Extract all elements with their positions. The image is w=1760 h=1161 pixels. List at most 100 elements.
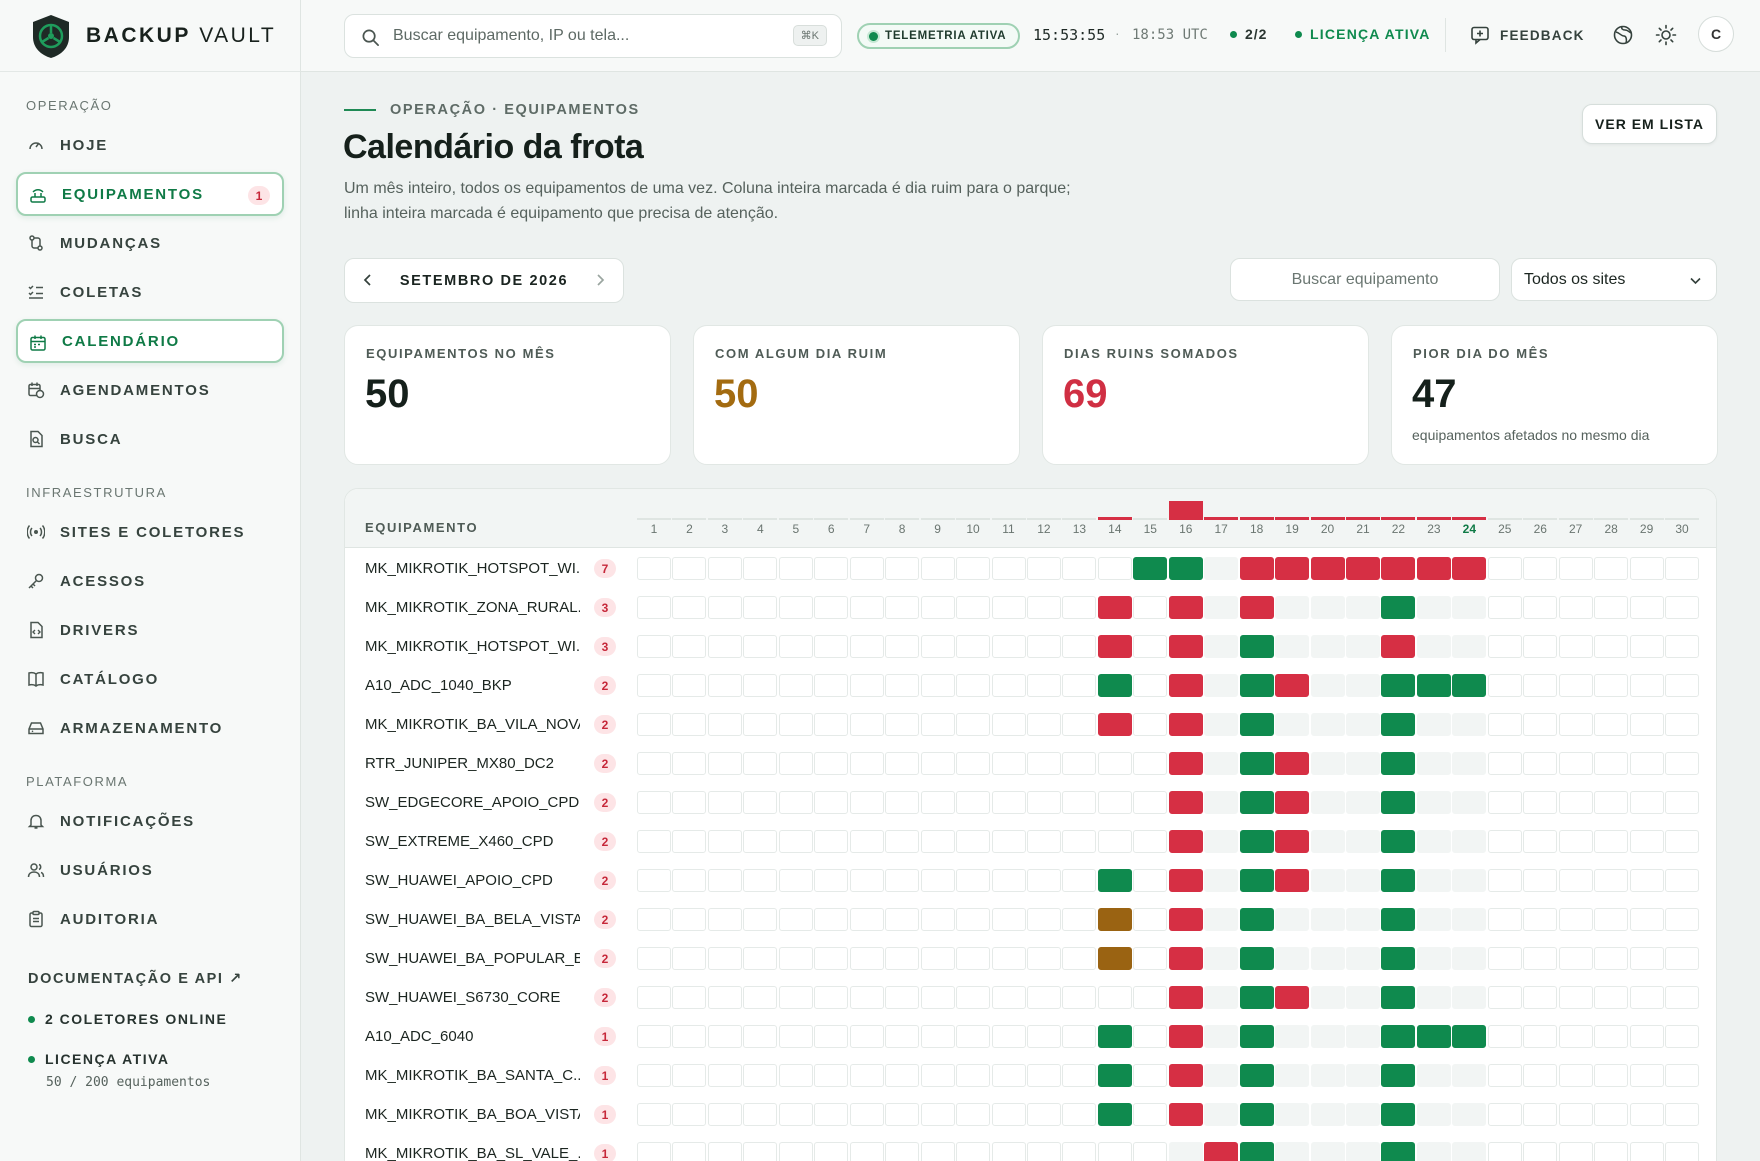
day-cell[interactable] (1381, 947, 1416, 970)
day-cell[interactable] (849, 869, 884, 892)
day-cell[interactable] (1452, 557, 1487, 580)
table-row[interactable]: A10_ADC_6040 1 (345, 1017, 1716, 1056)
day-bad-bar[interactable] (1168, 501, 1203, 520)
day-cell[interactable] (1346, 869, 1380, 892)
day-cell[interactable] (991, 674, 1026, 697)
day-cell[interactable] (1629, 791, 1664, 814)
day-cell[interactable] (1168, 869, 1203, 892)
day-cell[interactable] (1665, 1025, 1700, 1048)
equipment-name[interactable]: MK_MIKROTIK_BA_BOA_VISTA (365, 1106, 580, 1123)
day-cell[interactable] (1204, 986, 1239, 1009)
day-cell[interactable] (707, 752, 742, 775)
day-cell[interactable] (1133, 1025, 1168, 1048)
day-cell[interactable] (637, 713, 671, 736)
day-cell[interactable] (1452, 947, 1487, 970)
day-cell[interactable] (991, 557, 1026, 580)
day-cell[interactable] (743, 986, 778, 1009)
day-cell[interactable] (1062, 713, 1097, 736)
day-cell[interactable] (672, 557, 707, 580)
day-cell[interactable] (920, 1025, 955, 1048)
day-cell[interactable] (1168, 908, 1203, 931)
day-cell[interactable] (637, 635, 671, 658)
day-cell[interactable] (637, 674, 671, 697)
day-cell[interactable] (707, 1142, 742, 1161)
day-cell[interactable] (778, 869, 813, 892)
day-cell[interactable] (1310, 1103, 1345, 1126)
user-avatar[interactable]: C (1698, 16, 1734, 52)
day-cell[interactable] (1487, 752, 1522, 775)
day-cell[interactable] (1558, 1025, 1593, 1048)
day-cell[interactable] (743, 791, 778, 814)
day-cell[interactable] (1133, 1064, 1168, 1087)
equipment-name[interactable]: A10_ADC_1040_BKP (365, 677, 580, 694)
day-cell[interactable] (637, 791, 671, 814)
global-search[interactable]: ⌘K (344, 14, 842, 58)
day-cell[interactable] (1594, 752, 1629, 775)
sidebar-item-agendamentos[interactable]: AGENDAMENTOS (16, 368, 284, 412)
day-cell[interactable] (1629, 1064, 1664, 1087)
day-cell[interactable] (1097, 713, 1132, 736)
day-bad-bar[interactable] (1416, 517, 1451, 520)
day-cell[interactable] (1629, 752, 1664, 775)
day-cell[interactable] (707, 713, 742, 736)
day-cell[interactable] (743, 713, 778, 736)
day-cell[interactable] (1523, 635, 1558, 658)
day-cell[interactable] (1239, 1103, 1274, 1126)
day-cell[interactable] (814, 674, 849, 697)
day-cell[interactable] (1204, 635, 1239, 658)
day-cell[interactable] (637, 1025, 671, 1048)
table-row[interactable]: RTR_JUNIPER_MX80_DC2 2 (345, 744, 1716, 783)
day-cell[interactable] (1629, 830, 1664, 853)
day-cell[interactable] (672, 1142, 707, 1161)
day-cell[interactable] (814, 1142, 849, 1161)
day-cell[interactable] (1026, 830, 1061, 853)
day-cell[interactable] (885, 713, 920, 736)
day-cell[interactable] (849, 713, 884, 736)
day-cell[interactable] (1452, 791, 1487, 814)
equipment-name[interactable]: MK_MIKROTIK_BA_SANTA_C... (365, 1067, 580, 1084)
day-cell[interactable] (637, 1103, 671, 1126)
day-cell[interactable] (1168, 635, 1203, 658)
day-cell[interactable] (637, 596, 671, 619)
day-cell[interactable] (707, 635, 742, 658)
day-cell[interactable] (1523, 791, 1558, 814)
day-cell[interactable] (778, 557, 813, 580)
day-cell[interactable] (637, 1064, 671, 1087)
day-cell[interactable] (743, 1103, 778, 1126)
day-cell[interactable] (991, 986, 1026, 1009)
day-cell[interactable] (1204, 674, 1239, 697)
day-cell[interactable] (885, 674, 920, 697)
day-cell[interactable] (1487, 635, 1522, 658)
table-row[interactable]: SW_HUAWEI_BA_BELA_VISTA 2 (345, 900, 1716, 939)
day-cell[interactable] (637, 986, 671, 1009)
day-cell[interactable] (743, 752, 778, 775)
day-cell[interactable] (1381, 791, 1416, 814)
day-cell[interactable] (1558, 830, 1593, 853)
equipment-name[interactable]: MK_MIKROTIK_BA_SL_VALE_... (365, 1145, 580, 1161)
day-cell[interactable] (1062, 830, 1097, 853)
day-cell[interactable] (1133, 635, 1168, 658)
sidebar-item-acessos[interactable]: ACESSOS (16, 559, 284, 603)
day-cell[interactable] (814, 869, 849, 892)
day-cell[interactable] (1133, 674, 1168, 697)
day-cell[interactable] (956, 986, 991, 1009)
table-row[interactable]: MK_MIKROTIK_HOTSPOT_WI... 3 (345, 627, 1716, 666)
day-cell[interactable] (885, 1142, 920, 1161)
day-cell[interactable] (1097, 752, 1132, 775)
global-search-input[interactable] (393, 23, 773, 49)
chevron-left-icon[interactable] (361, 273, 375, 287)
day-cell[interactable] (885, 791, 920, 814)
day-cell[interactable] (672, 908, 707, 931)
day-cell[interactable] (1629, 1103, 1664, 1126)
day-cell[interactable] (1416, 869, 1451, 892)
day-cell[interactable] (1381, 869, 1416, 892)
day-cell[interactable] (956, 1025, 991, 1048)
day-cell[interactable] (1133, 752, 1168, 775)
equipment-name[interactable]: A10_ADC_6040 (365, 1028, 580, 1045)
day-cell[interactable] (991, 1064, 1026, 1087)
day-cell[interactable] (1381, 1103, 1416, 1126)
day-cell[interactable] (814, 557, 849, 580)
day-cell[interactable] (1310, 791, 1345, 814)
day-cell[interactable] (1275, 947, 1310, 970)
day-cell[interactable] (672, 986, 707, 1009)
